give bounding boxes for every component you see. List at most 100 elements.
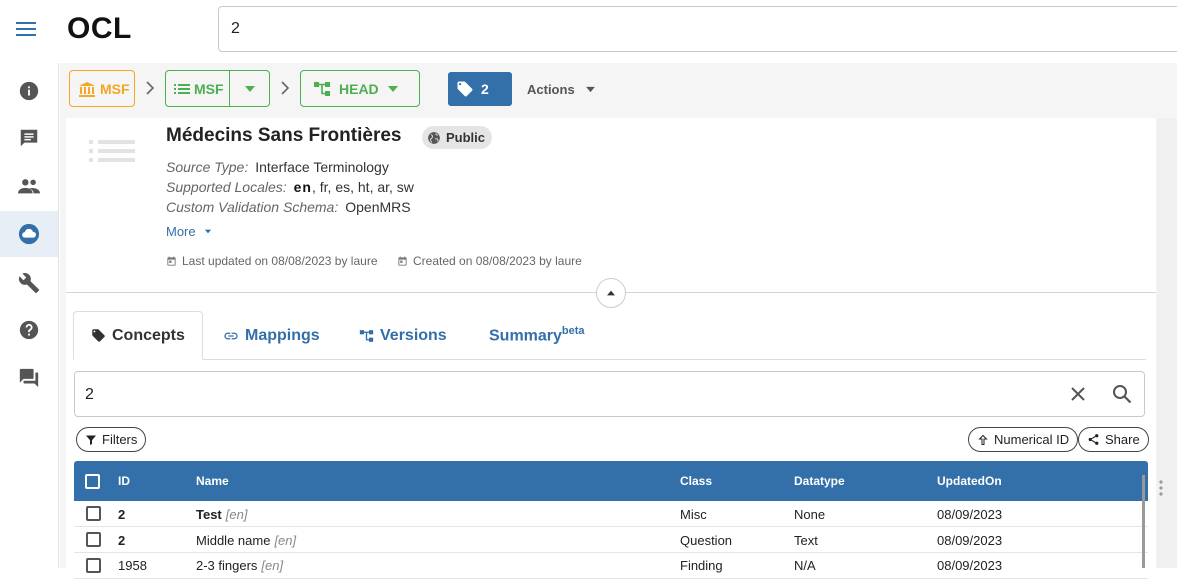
concept-name: 2-3 fingers bbox=[196, 558, 258, 573]
search-icon bbox=[1113, 385, 1132, 404]
collapse-header-button[interactable] bbox=[596, 278, 626, 308]
filters-button[interactable]: Filters bbox=[76, 427, 147, 452]
source-title: Médecins Sans Frontières bbox=[166, 125, 402, 146]
locale-tag: [en] bbox=[261, 558, 284, 573]
cell-name[interactable]: Test [en] bbox=[196, 507, 247, 522]
tab-label: Mappings bbox=[245, 326, 320, 344]
tag-count-label: 2 bbox=[481, 81, 489, 97]
cloud-icon bbox=[18, 223, 40, 245]
table-scrollbar[interactable] bbox=[1142, 475, 1145, 568]
locales-label: Supported Locales: bbox=[166, 179, 287, 195]
row-checkbox[interactable] bbox=[86, 532, 101, 547]
nav-people[interactable] bbox=[0, 163, 58, 209]
source-label: MSF bbox=[194, 80, 224, 97]
globe-icon bbox=[428, 131, 440, 144]
nav-chat[interactable] bbox=[0, 115, 58, 161]
tab-concepts[interactable]: Concepts bbox=[73, 311, 203, 360]
global-search-input[interactable] bbox=[218, 6, 1177, 52]
row-checkbox[interactable] bbox=[86, 506, 101, 521]
cell-datatype: None bbox=[794, 507, 826, 522]
nav-cloud[interactable] bbox=[0, 211, 58, 257]
locales-row: Supported Locales: en, fr, es, ht, ar, sw bbox=[166, 179, 414, 195]
concept-name: Middle name bbox=[196, 533, 271, 548]
nav-tools[interactable] bbox=[0, 260, 58, 306]
tab-label: Summarybeta bbox=[489, 325, 585, 345]
version-tree-icon bbox=[314, 81, 330, 96]
chevron-right-icon bbox=[281, 81, 290, 95]
people-icon bbox=[18, 179, 40, 194]
actions-button[interactable]: Actions bbox=[527, 78, 596, 100]
visibility-badge: Public bbox=[422, 126, 493, 149]
source-type-row: Source Type: Interface Terminology bbox=[166, 159, 389, 175]
schema-row: Custom Validation Schema: OpenMRS bbox=[166, 199, 411, 215]
concept-name: Test bbox=[196, 507, 222, 522]
last-updated-text: Last updated on 08/08/2023 by laure bbox=[182, 254, 378, 268]
column-header-id[interactable]: ID bbox=[118, 474, 130, 488]
more-button[interactable]: More bbox=[166, 224, 212, 239]
source-button-group: MSF bbox=[165, 70, 270, 107]
column-header-name[interactable]: Name bbox=[196, 474, 229, 488]
share-button[interactable]: Share bbox=[1078, 427, 1149, 452]
other-locales: , fr, es, ht, ar, sw bbox=[311, 179, 414, 195]
last-updated: Last updated on 08/08/2023 by laure bbox=[166, 254, 378, 268]
source-type-label: Source Type: bbox=[166, 159, 249, 175]
cell-updated: 08/09/2023 bbox=[937, 533, 1003, 548]
locale-tag: [en] bbox=[225, 507, 248, 522]
source-dropdown-button[interactable] bbox=[230, 71, 269, 106]
org-button[interactable]: MSF bbox=[69, 70, 135, 107]
tag-icon bbox=[92, 329, 105, 342]
page-scrollbar[interactable] bbox=[1157, 118, 1177, 568]
cell-updated: 08/09/2023 bbox=[937, 507, 1003, 522]
tab-label: Versions bbox=[380, 326, 447, 344]
tab-versions[interactable]: Versions bbox=[342, 311, 464, 360]
calendar-icon bbox=[398, 255, 407, 266]
search-button[interactable] bbox=[1110, 382, 1134, 406]
source-button[interactable]: MSF bbox=[166, 71, 230, 106]
default-locale: en bbox=[293, 179, 312, 195]
list-icon bbox=[174, 83, 190, 94]
nav-info[interactable] bbox=[0, 68, 58, 114]
column-header-updated[interactable]: UpdatedOn bbox=[937, 474, 1002, 488]
caret-down-icon bbox=[204, 229, 211, 234]
visibility-label: Public bbox=[446, 130, 486, 145]
cell-id: 2 bbox=[118, 533, 126, 548]
link-icon bbox=[224, 332, 238, 339]
select-all-checkbox[interactable] bbox=[85, 474, 100, 489]
caret-down-icon bbox=[387, 85, 398, 92]
tab-mappings[interactable]: Mappings bbox=[206, 311, 337, 360]
help-icon bbox=[19, 320, 39, 340]
cell-datatype: N/A bbox=[794, 558, 816, 573]
app-logo[interactable]: OCL bbox=[67, 12, 132, 46]
cell-name[interactable]: 2-3 fingers [en] bbox=[196, 558, 283, 573]
caret-down-icon bbox=[244, 85, 255, 92]
close-icon bbox=[1071, 387, 1085, 401]
schema-value: OpenMRS bbox=[345, 199, 411, 215]
tab-summary-label: Summary bbox=[489, 327, 562, 345]
version-button[interactable]: HEAD bbox=[300, 70, 420, 107]
nav-forum[interactable] bbox=[0, 355, 58, 401]
more-vert-icon[interactable] bbox=[1157, 479, 1165, 497]
row-checkbox[interactable] bbox=[86, 558, 101, 573]
chevron-right-icon bbox=[146, 81, 155, 95]
left-nav bbox=[0, 63, 59, 568]
concept-search-input[interactable] bbox=[85, 384, 985, 406]
share-icon bbox=[1088, 434, 1099, 445]
column-header-class[interactable]: Class bbox=[680, 474, 712, 488]
column-header-datatype[interactable]: Datatype bbox=[794, 474, 845, 488]
schema-label: Custom Validation Schema: bbox=[166, 199, 339, 215]
tab-summary[interactable]: Summarybeta bbox=[472, 311, 602, 360]
calendar-icon bbox=[167, 255, 176, 266]
menu-icon[interactable] bbox=[14, 18, 38, 40]
sort-button[interactable]: Numerical ID bbox=[968, 427, 1079, 452]
cell-datatype: Text bbox=[794, 533, 818, 548]
tab-label: Concepts bbox=[112, 326, 185, 344]
nav-help[interactable] bbox=[0, 307, 58, 353]
info-icon bbox=[19, 81, 39, 101]
tag-count-button[interactable]: 2 bbox=[448, 72, 512, 106]
sort-label: Numerical ID bbox=[994, 432, 1070, 447]
clear-search-button[interactable] bbox=[1066, 382, 1090, 406]
version-label: HEAD bbox=[339, 80, 379, 97]
filter-icon bbox=[86, 435, 96, 445]
cell-name[interactable]: Middle name [en] bbox=[196, 533, 296, 548]
share-label: Share bbox=[1105, 432, 1140, 447]
